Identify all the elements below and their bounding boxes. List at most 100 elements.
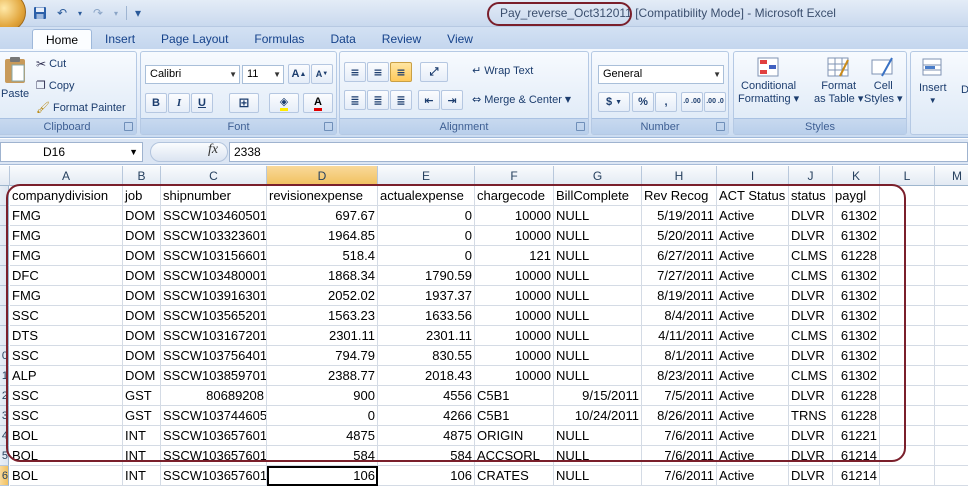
table-cell[interactable] [880, 326, 935, 346]
redo-icon[interactable]: ↷ [90, 5, 106, 21]
font-color-button[interactable]: A [303, 93, 333, 113]
table-cell[interactable]: 10000 [475, 286, 554, 306]
table-cell[interactable] [880, 466, 935, 486]
table-cell[interactable]: DOM [123, 226, 161, 246]
table-cell[interactable]: BOL [10, 446, 123, 466]
row-header[interactable] [0, 186, 9, 206]
merge-center-button[interactable]: ⇔ Merge & Center ▼ [472, 93, 571, 106]
table-cell[interactable]: Active [717, 326, 789, 346]
increase-indent-button[interactable]: ⇥ [441, 90, 463, 110]
table-cell[interactable]: 1633.56 [378, 306, 475, 326]
align-center-button[interactable]: ≣ [367, 90, 389, 110]
table-cell[interactable] [935, 426, 968, 446]
column-header-d[interactable]: D [267, 166, 378, 186]
table-cell[interactable]: Active [717, 286, 789, 306]
table-cell[interactable]: 1964.85 [267, 226, 378, 246]
table-cell[interactable]: NULL [554, 246, 642, 266]
table-cell[interactable]: 8/26/2011 [642, 406, 717, 426]
table-cell[interactable]: DLVR [789, 386, 833, 406]
table-cell[interactable]: DLVR [789, 426, 833, 446]
align-bottom-button[interactable]: ≡ [390, 62, 412, 82]
table-cell[interactable]: CLMS [789, 246, 833, 266]
table-cell[interactable]: SSCW103916301 [161, 286, 267, 306]
align-middle-button[interactable]: ≡ [367, 62, 389, 82]
tab-review[interactable]: Review [369, 29, 434, 49]
tab-data[interactable]: Data [317, 29, 368, 49]
table-cell[interactable]: 61228 [833, 406, 880, 426]
table-header-cell[interactable]: chargecode [475, 186, 554, 206]
table-cell[interactable]: CLMS [789, 266, 833, 286]
row-header[interactable]: 5 [0, 446, 9, 466]
table-cell[interactable]: SSCW103657601 [161, 426, 267, 446]
table-cell[interactable]: 4/11/2011 [642, 326, 717, 346]
table-cell[interactable]: SSCW103167201 [161, 326, 267, 346]
percent-button[interactable]: % [632, 92, 654, 112]
table-cell[interactable]: SSCW103859701 [161, 366, 267, 386]
row-header[interactable] [0, 306, 9, 326]
table-cell[interactable]: GST [123, 406, 161, 426]
table-cell[interactable]: 5/20/2011 [642, 226, 717, 246]
table-cell[interactable]: NULL [554, 446, 642, 466]
copy-button[interactable]: ❐ Copy [36, 79, 75, 92]
row-header[interactable]: 2 [0, 386, 9, 406]
undo-dropdown-icon[interactable]: ▾ [76, 5, 84, 21]
table-cell[interactable]: DLVR [789, 286, 833, 306]
delete-cells-button[interactable]: D [961, 84, 968, 96]
table-cell[interactable] [935, 226, 968, 246]
table-cell[interactable] [880, 426, 935, 446]
column-header-m[interactable]: M [935, 166, 968, 186]
table-cell[interactable]: NULL [554, 366, 642, 386]
table-cell[interactable] [935, 386, 968, 406]
column-header-h[interactable]: H [642, 166, 717, 186]
bold-button[interactable]: B [145, 93, 167, 113]
table-header-cell[interactable]: ACT Status [717, 186, 789, 206]
table-cell[interactable]: 7/5/2011 [642, 386, 717, 406]
align-right-button[interactable]: ≣ [390, 90, 412, 110]
table-cell[interactable]: CLMS [789, 326, 833, 346]
table-cell[interactable]: 61228 [833, 386, 880, 406]
table-cell[interactable]: DOM [123, 326, 161, 346]
customize-qat-button[interactable]: ▾ [133, 5, 143, 21]
table-cell[interactable]: 10/24/2011 [554, 406, 642, 426]
table-cell[interactable]: NULL [554, 466, 642, 486]
table-cell[interactable]: 80689208 [161, 386, 267, 406]
table-cell[interactable]: Active [717, 366, 789, 386]
table-cell[interactable]: BOL [10, 466, 123, 486]
table-cell[interactable]: Active [717, 426, 789, 446]
orientation-button[interactable]: ⤢ [420, 62, 448, 82]
column-header-c[interactable]: C [161, 166, 267, 186]
table-cell[interactable]: 8/4/2011 [642, 306, 717, 326]
table-cell[interactable]: 6/27/2011 [642, 246, 717, 266]
increase-decimal-button[interactable]: .0 .00 [681, 92, 703, 112]
cell-styles-button[interactable]: Cell Styles ▾ [864, 56, 903, 106]
table-cell[interactable]: 4556 [378, 386, 475, 406]
table-cell[interactable]: SSC [10, 386, 123, 406]
table-cell[interactable]: NULL [554, 226, 642, 246]
column-header-k[interactable]: K [833, 166, 880, 186]
table-cell[interactable]: 2301.11 [267, 326, 378, 346]
table-cell[interactable] [880, 246, 935, 266]
column-header-f[interactable]: F [475, 166, 554, 186]
table-header-cell[interactable]: Rev Recog [642, 186, 717, 206]
table-cell[interactable]: 7/6/2011 [642, 466, 717, 486]
table-cell[interactable]: 106 [267, 466, 378, 486]
table-cell[interactable]: Active [717, 206, 789, 226]
table-cell[interactable]: NULL [554, 266, 642, 286]
table-header-cell[interactable]: status [789, 186, 833, 206]
table-cell[interactable]: 61302 [833, 286, 880, 306]
table-header-cell[interactable]: actualexpense [378, 186, 475, 206]
table-cell[interactable]: 0 [378, 226, 475, 246]
table-cell[interactable]: 10000 [475, 306, 554, 326]
column-header-g[interactable]: G [554, 166, 642, 186]
conditional-formatting-button[interactable]: Conditional Formatting ▾ [738, 56, 799, 106]
row-header[interactable]: 0 [0, 346, 9, 366]
alignment-launcher-icon[interactable] [576, 122, 585, 131]
table-header-cell[interactable]: paygl [833, 186, 880, 206]
table-cell[interactable]: 61302 [833, 366, 880, 386]
tab-home[interactable]: Home [32, 29, 93, 49]
column-header-a[interactable]: A [10, 166, 123, 186]
table-cell[interactable]: DLVR [789, 226, 833, 246]
table-cell[interactable]: SSCW103460501 [161, 206, 267, 226]
clipboard-launcher-icon[interactable] [124, 122, 133, 131]
redo-dropdown-icon[interactable]: ▾ [112, 5, 120, 21]
